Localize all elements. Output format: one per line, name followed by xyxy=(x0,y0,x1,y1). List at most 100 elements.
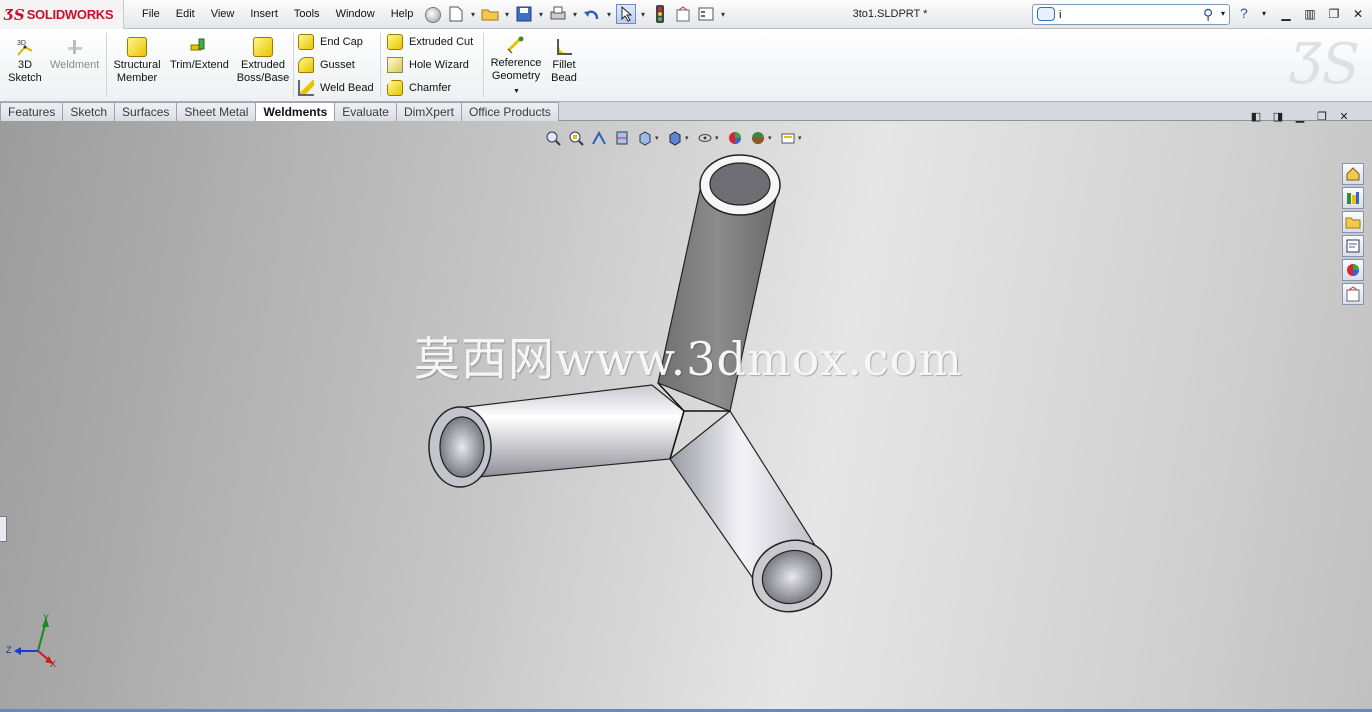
part-model[interactable] xyxy=(0,121,1372,712)
doc-restore-icon[interactable]: ❐ xyxy=(1314,110,1330,124)
collapse-left-icon[interactable]: ◧ xyxy=(1248,110,1264,124)
tab-weldments[interactable]: Weldments xyxy=(255,102,336,122)
left-tube[interactable] xyxy=(428,384,685,488)
minimize-icon[interactable]: ▁ xyxy=(1276,5,1296,23)
search-dropdown-icon[interactable]: ▾ xyxy=(1221,9,1225,18)
extruded-boss-button[interactable]: Extruded Boss/Base xyxy=(236,37,290,85)
custom-properties-icon[interactable] xyxy=(1342,283,1364,305)
chamfer-label: Chamfer xyxy=(409,82,452,94)
coordinate-triad xyxy=(14,617,53,664)
fillet-bead-button[interactable]: Fillet Bead xyxy=(550,37,578,85)
tab-sketch[interactable]: Sketch xyxy=(62,102,116,121)
file-properties-icon[interactable] xyxy=(673,4,693,24)
ds-logo-icon: ƷS xyxy=(4,5,25,24)
gusset-button[interactable]: Gusset xyxy=(298,55,355,75)
weld-bead-button[interactable]: Weld Bead xyxy=(298,78,374,98)
triad-z-label: Z xyxy=(6,645,12,655)
tab-evaluate[interactable]: Evaluate xyxy=(334,102,397,121)
weldment-button[interactable]: Weldment xyxy=(50,37,99,72)
collapse-right-icon[interactable]: ◨ xyxy=(1270,110,1286,124)
end-cap-label: End Cap xyxy=(320,36,363,48)
tab-features[interactable]: Features xyxy=(0,102,64,121)
document-title: 3to1.SLDPRT * xyxy=(852,8,928,20)
ribbon-separator xyxy=(293,33,294,97)
file-explorer-icon[interactable] xyxy=(1342,211,1364,233)
options-dropdown-icon[interactable]: ▾ xyxy=(719,10,727,19)
new-dropdown-icon[interactable]: ▾ xyxy=(469,10,477,19)
help-dropdown-icon[interactable]: ▾ xyxy=(1262,9,1266,18)
task-pane-tabs xyxy=(1342,163,1366,305)
save-dropdown-icon[interactable]: ▾ xyxy=(537,10,545,19)
tile-windows-icon[interactable]: ▥ xyxy=(1300,5,1320,23)
open-folder-icon[interactable] xyxy=(480,4,500,24)
menu-edit[interactable]: Edit xyxy=(168,0,203,29)
new-document-icon[interactable] xyxy=(446,4,466,24)
end-cap-icon xyxy=(298,34,314,50)
chamfer-button[interactable]: Chamfer xyxy=(387,78,451,98)
trim-extend-label: Trim/Extend xyxy=(170,59,229,71)
menu-tools[interactable]: Tools xyxy=(286,0,328,29)
weld-bead-label: Weld Bead xyxy=(320,82,374,94)
trim-extend-icon xyxy=(190,38,205,51)
structural-member-button[interactable]: Structural Member xyxy=(111,37,163,85)
close-icon[interactable]: ✕ xyxy=(1348,5,1368,23)
print-dropdown-icon[interactable]: ▾ xyxy=(571,10,579,19)
rebuild-traffic-light-icon[interactable] xyxy=(650,4,670,24)
weldment-icon xyxy=(67,40,82,54)
sketch3d-label: 3D Sketch xyxy=(8,59,42,84)
reference-geometry-label: Reference Geometry xyxy=(490,57,542,82)
title-bar: ƷS SOLIDWORKS File Edit View Insert Tool… xyxy=(0,0,1372,29)
doc-minimize-icon[interactable]: ▁ xyxy=(1292,110,1308,124)
search-commands-icon[interactable] xyxy=(1037,7,1055,21)
select-dropdown-icon[interactable]: ▾ xyxy=(639,10,647,19)
undo-icon[interactable] xyxy=(582,4,602,24)
lower-right-tube[interactable] xyxy=(669,410,842,623)
viewport-window-controls: ◧ ◨ ▁ ❐ ✕ xyxy=(1248,110,1352,124)
open-dropdown-icon[interactable]: ▾ xyxy=(503,10,511,19)
tab-sheet-metal[interactable]: Sheet Metal xyxy=(176,102,257,121)
select-cursor-icon[interactable] xyxy=(616,4,636,24)
appearances-scenes-icon[interactable] xyxy=(1342,259,1364,281)
save-icon[interactable] xyxy=(514,4,534,24)
graphics-area[interactable]: ▾ ▾ ▾ ▾ ▾ Y X Z 莫西网www.3dmox.com ◧ ◨ ▁ ❐… xyxy=(0,111,1372,712)
extruded-cut-button[interactable]: Extruded Cut xyxy=(387,32,473,52)
reference-geometry-dropdown-icon[interactable]: ▼ xyxy=(513,88,520,95)
design-library-icon[interactable] xyxy=(1342,187,1364,209)
undo-dropdown-icon[interactable]: ▾ xyxy=(605,10,613,19)
print-icon[interactable] xyxy=(548,4,568,24)
search-icon[interactable]: ⚲ xyxy=(1203,6,1213,23)
options-icon[interactable] xyxy=(696,4,716,24)
tab-dimxpert[interactable]: DimXpert xyxy=(395,102,462,121)
ribbon-separator xyxy=(106,33,107,97)
view-palette-icon[interactable] xyxy=(1342,235,1364,257)
help-icon[interactable]: ? xyxy=(1240,5,1248,21)
reference-geometry-button[interactable]: Reference Geometry xyxy=(488,35,544,83)
search-box: ⚲ ▾ xyxy=(1032,4,1230,25)
triad-y-label: Y xyxy=(43,613,50,623)
end-cap-button[interactable]: End Cap xyxy=(298,32,363,52)
hole-wizard-icon xyxy=(387,57,403,73)
ribbon-separator xyxy=(483,33,484,97)
pin-menu-icon[interactable] xyxy=(425,6,442,23)
menu-window[interactable]: Window xyxy=(328,0,383,29)
triad-x-label: X xyxy=(50,659,57,669)
menu-insert[interactable]: Insert xyxy=(242,0,286,29)
restore-icon[interactable]: ❐ xyxy=(1324,5,1344,23)
gusset-icon xyxy=(298,57,314,73)
solidworks-logo[interactable]: ƷS SOLIDWORKS xyxy=(0,0,124,29)
search-input[interactable] xyxy=(1059,7,1199,22)
hole-wizard-button[interactable]: Hole Wizard xyxy=(387,55,469,75)
site-watermark: 莫西网www.3dmox.com xyxy=(414,332,963,386)
menu-help[interactable]: Help xyxy=(383,0,422,29)
menu-view[interactable]: View xyxy=(203,0,243,29)
structural-member-label: Structural Member xyxy=(113,59,161,84)
tab-surfaces[interactable]: Surfaces xyxy=(114,102,178,121)
sketch3d-button[interactable]: 3D 3D Sketch xyxy=(8,37,42,85)
weldment-label: Weldment xyxy=(50,59,100,71)
doc-close-icon[interactable]: ✕ xyxy=(1336,110,1352,124)
gusset-label: Gusset xyxy=(320,59,355,71)
trim-extend-button[interactable]: Trim/Extend xyxy=(170,37,229,72)
menu-file[interactable]: File xyxy=(134,0,168,29)
tab-office-products[interactable]: Office Products xyxy=(460,102,559,121)
solidworks-resources-icon[interactable] xyxy=(1342,163,1364,185)
